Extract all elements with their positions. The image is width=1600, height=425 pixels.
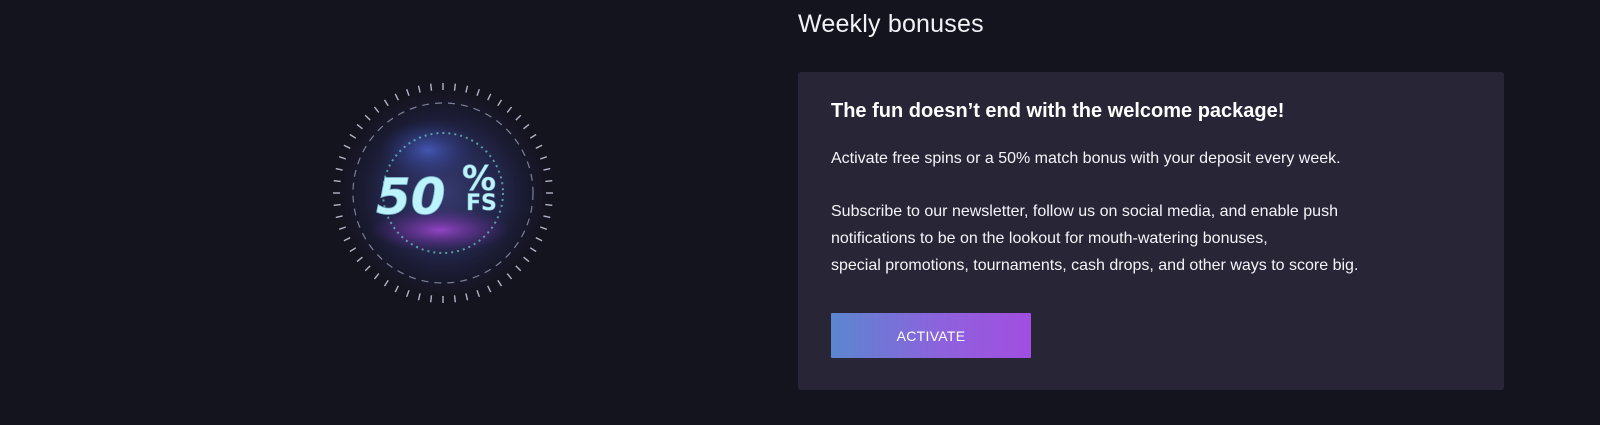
badge-tick xyxy=(545,203,553,207)
card-paragraph-2-line-3: special promotions, tournaments, cash dr… xyxy=(831,257,1359,274)
badge-tick xyxy=(453,295,457,303)
card-heading: The fun doesn’t end with the welcome pac… xyxy=(831,100,1285,122)
badge-number: 50 xyxy=(376,168,446,226)
weekly-bonus-card: The fun doesn’t end with the welcome pac… xyxy=(798,72,1504,390)
bonus-badge-image: 50 % FS xyxy=(328,78,558,308)
badge-tick xyxy=(545,179,553,183)
badge-tick xyxy=(429,295,433,303)
section-title: Weekly bonuses xyxy=(798,10,984,38)
bonus-badge-graphic: 50 % FS xyxy=(331,81,555,305)
activate-button[interactable]: ACTIVATE xyxy=(831,313,1031,358)
badge-tick xyxy=(333,203,341,207)
badge-tick xyxy=(333,179,341,183)
card-paragraph-1: Activate free spins or a 50% match bonus… xyxy=(831,150,1341,167)
card-paragraph-2-line-2: notifications to be on the lookout for m… xyxy=(831,230,1268,247)
card-paragraph-2-line-1: Subscribe to our newsletter, follow us o… xyxy=(831,203,1338,220)
badge-suffix: FS xyxy=(466,191,497,216)
card-paragraph-2: Subscribe to our newsletter, follow us o… xyxy=(831,198,1470,279)
badge-tick xyxy=(429,83,433,91)
badge-tick xyxy=(453,83,457,91)
